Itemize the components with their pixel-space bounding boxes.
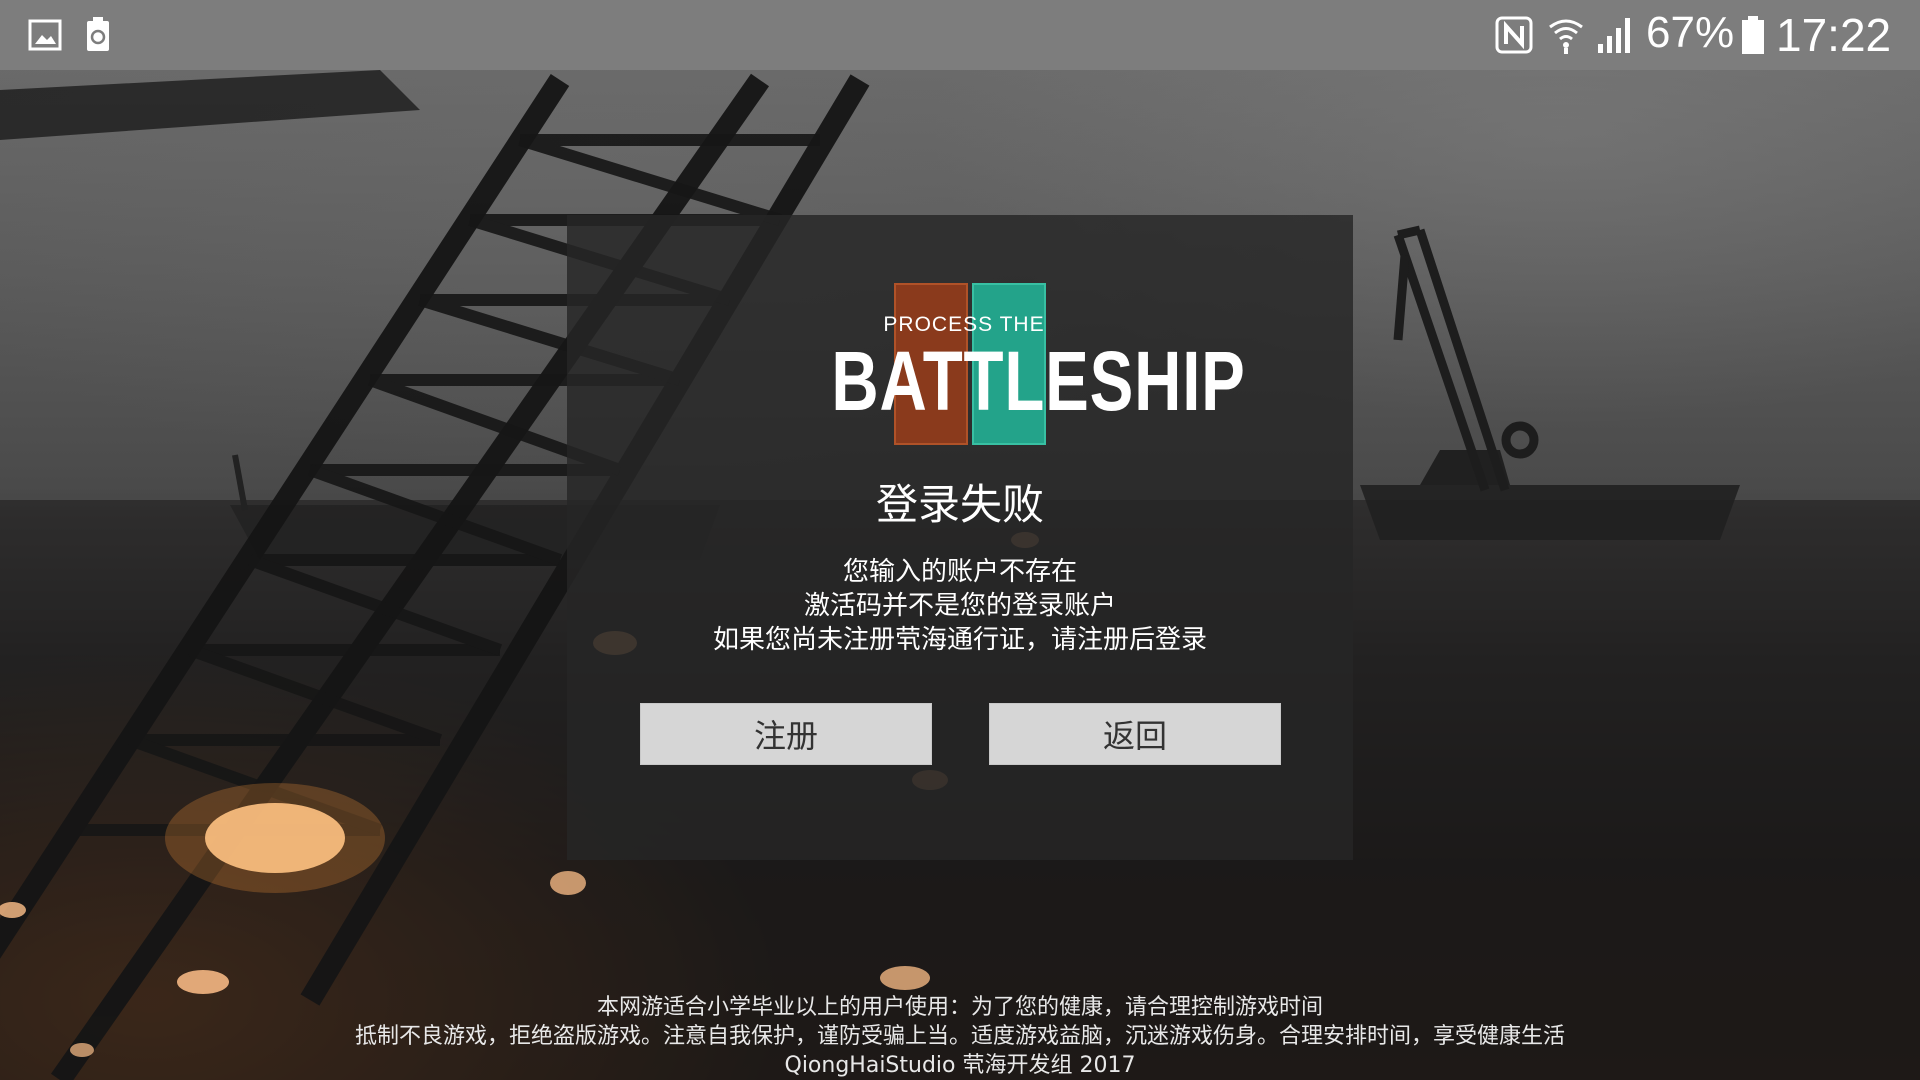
nfc-icon <box>1494 0 1534 70</box>
dialog-title: 登录失败 <box>875 480 1044 529</box>
footer-line: 抵制不良游戏，拒绝盗版游戏。注意自我保护，谨防受骗上当。适度游戏益脑，沉迷游戏伤… <box>354 1024 1565 1049</box>
message-line: 您输入的账户不存在 <box>842 557 1077 587</box>
register-button[interactable]: 注册 <box>640 703 932 765</box>
message-line: 如果您尚未注册茕海通行证，请注册后登录 <box>712 625 1207 655</box>
battery-percent: 67% <box>1646 8 1735 57</box>
logo-line2: BATTLESHIP <box>831 334 1246 428</box>
footer-notice: 本网游适合小学毕业以上的用户使用：为了您的健康，请合理控制游戏时间 抵制不良游戏… <box>0 993 1920 1080</box>
battery-icon <box>1740 0 1766 70</box>
game-screen: 67% 17:22 PROCESS THE BATTLESHIP 登录失败 您输… <box>0 0 1920 1080</box>
login-failed-dialog: PROCESS THE BATTLESHIP 登录失败 您输入的账户不存在 激活… <box>567 215 1353 860</box>
footer-line: 本网游适合小学毕业以上的用户使用：为了您的健康，请合理控制游戏时间 <box>596 995 1323 1020</box>
status-bar: 67% 17:22 <box>0 0 1920 70</box>
footer-line: QiongHaiStudio 茕海开发组 2017 <box>784 1053 1136 1078</box>
message-line: 激活码并不是您的登录账户 <box>803 591 1116 621</box>
clock: 17:22 <box>1776 9 1892 61</box>
wifi-icon <box>1548 0 1584 70</box>
back-button[interactable]: 返回 <box>989 703 1281 765</box>
game-logo: PROCESS THE BATTLESHIP <box>794 283 1246 453</box>
dialog-message: 您输入的账户不存在 激活码并不是您的登录账户 如果您尚未注册茕海通行证，请注册后… <box>567 555 1353 657</box>
recycle-icon <box>84 0 112 70</box>
signal-icon <box>1596 0 1636 70</box>
gallery-icon <box>28 0 62 70</box>
